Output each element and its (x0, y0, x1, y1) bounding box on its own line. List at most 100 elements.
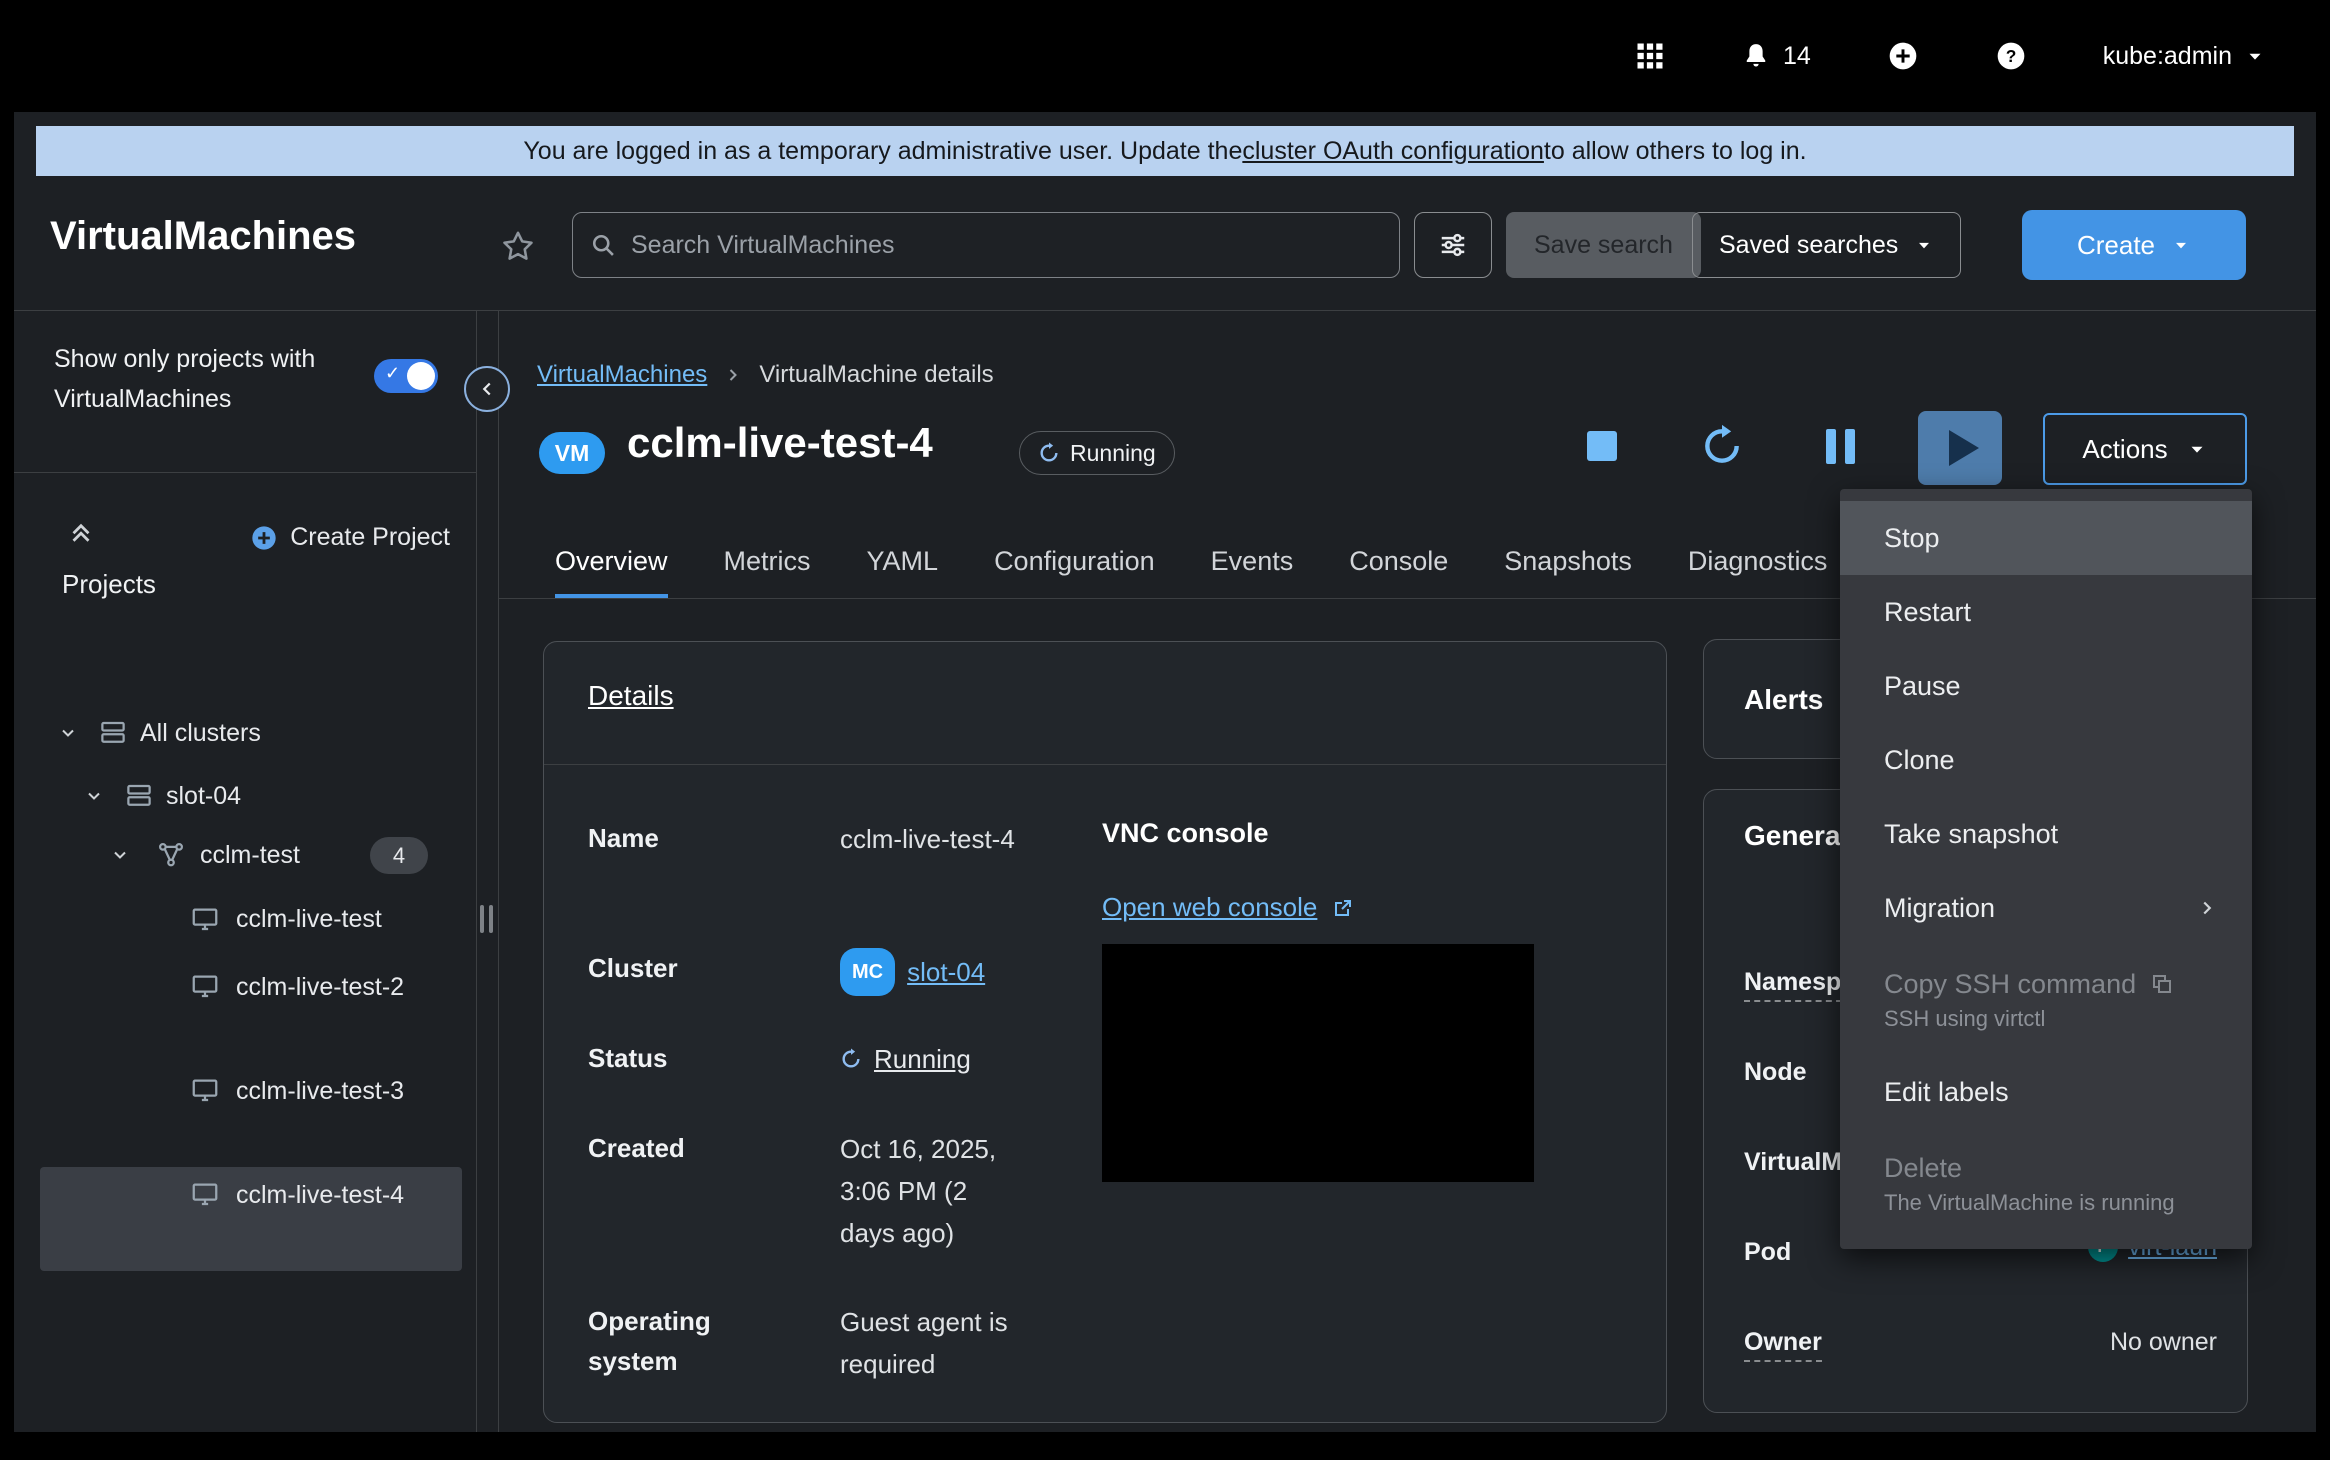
vm-monitor-icon (190, 971, 220, 1001)
created-value: Oct 16, 2025, 3:06 PM (2 days ago) (840, 1128, 1020, 1254)
projects-filter-label: Show only projects with VirtualMachines (54, 339, 366, 419)
breadcrumb-current: VirtualMachine details (759, 361, 993, 389)
caret-down-icon (2244, 45, 2266, 67)
login-banner: You are logged in as a temporary adminis… (36, 126, 2294, 176)
tab-configuration[interactable]: Configuration (994, 529, 1155, 598)
pause-icon (1826, 429, 1836, 464)
save-search-button[interactable]: Save search (1506, 212, 1701, 278)
restart-vm-button[interactable] (1700, 424, 1744, 468)
cluster-rack-icon (98, 718, 128, 748)
notifications-button[interactable]: 14 (1741, 41, 1811, 71)
app-launcher-grid-icon (1635, 41, 1665, 71)
breadcrumb-link-virtualmachines[interactable]: VirtualMachines (537, 361, 707, 389)
search-input[interactable] (631, 231, 1383, 260)
tab-diagnostics[interactable]: Diagnostics (1688, 529, 1828, 598)
created-label: Created (588, 1128, 798, 1168)
projects-label: Projects (62, 569, 156, 600)
help-button[interactable]: ? (1995, 40, 2027, 72)
menu-item-edit-labels[interactable]: Edit labels (1840, 1055, 2252, 1129)
advanced-search-button[interactable] (1414, 212, 1492, 278)
alerts-card-title: Alerts (1744, 684, 1823, 716)
chevron-right-icon (2196, 897, 2218, 919)
menu-item-take-snapshot[interactable]: Take snapshot (1840, 797, 2252, 871)
projects-filter-toggle[interactable]: ✓ (374, 359, 438, 393)
cluster-link[interactable]: slot-04 (907, 951, 985, 993)
vm-kind-badge: VM (539, 432, 605, 474)
chevron-down-icon (2171, 235, 2191, 255)
external-link-icon (1331, 896, 1355, 920)
card-divider (544, 764, 1666, 765)
toggle-knob (407, 362, 435, 390)
general-card-title: General (1744, 820, 1848, 852)
stop-vm-button[interactable] (1587, 431, 1617, 461)
cluster-rack-icon (124, 781, 154, 811)
start-vm-button[interactable] (1918, 411, 2002, 485)
page-title: VirtualMachines (50, 214, 356, 259)
actions-dropdown-button[interactable]: Actions (2043, 413, 2247, 485)
status-link[interactable]: Running (874, 1038, 971, 1080)
tab-yaml[interactable]: YAML (867, 529, 939, 598)
chevron-down-icon[interactable] (84, 786, 104, 806)
create-button[interactable]: Create (2022, 210, 2246, 280)
copy-icon (2150, 972, 2174, 996)
chevron-left-icon (476, 378, 498, 400)
tree-item-vm-1[interactable]: cclm-live-test (14, 889, 476, 951)
open-web-console-link[interactable]: Open web console (1102, 892, 1317, 923)
tree-item-slot-04[interactable]: slot-04 (14, 766, 476, 828)
tab-events[interactable]: Events (1211, 529, 1294, 598)
plus-circle-icon (1887, 40, 1919, 72)
tree-item-all-clusters[interactable]: All clusters (14, 703, 476, 765)
menu-item-restart[interactable]: Restart (1840, 575, 2252, 649)
question-circle-icon: ? (1995, 40, 2027, 72)
saved-searches-button[interactable]: Saved searches (1692, 212, 1961, 278)
owner-value: No owner (2110, 1328, 2217, 1357)
details-card: Details Name cclm-live-test-4 Cluster MC… (543, 641, 1667, 1423)
sidebar-resize-handle[interactable] (480, 905, 493, 933)
search-icon (589, 231, 617, 259)
menu-item-clone[interactable]: Clone (1840, 723, 2252, 797)
project-vm-count-badge: 4 (370, 837, 428, 874)
tree-item-vm-4-selected[interactable]: cclm-live-test-4 (14, 1167, 476, 1271)
chevron-down-icon (2186, 438, 2208, 460)
oauth-config-link[interactable]: cluster OAuth configuration (1242, 137, 1544, 166)
notification-count: 14 (1783, 42, 1811, 71)
vm-name-title: cclm-live-test-4 (627, 419, 933, 467)
projects-filter: Show only projects with VirtualMachines … (14, 311, 476, 473)
tab-overview[interactable]: Overview (555, 529, 668, 598)
tree-item-vm-3[interactable]: cclm-live-test-3 (14, 1063, 476, 1167)
collapse-all-button[interactable] (66, 517, 96, 547)
os-label: Operating system (588, 1301, 798, 1381)
tree-item-vm-2[interactable]: cclm-live-test-2 (14, 959, 476, 1063)
vnc-preview[interactable] (1102, 944, 1534, 1182)
menu-item-migration[interactable]: Migration (1840, 871, 2252, 945)
app-launcher-button[interactable] (1635, 41, 1665, 71)
tree-item-cclm-test[interactable]: cclm-test 4 (14, 825, 476, 887)
sync-icon (840, 1048, 862, 1070)
tab-console[interactable]: Console (1349, 529, 1448, 598)
details-card-title[interactable]: Details (588, 680, 674, 712)
project-nodes-icon (156, 840, 186, 870)
chevron-down-icon[interactable] (110, 845, 130, 865)
banner-text-after: to allow others to log in. (1544, 137, 1807, 166)
restart-icon (1700, 424, 1744, 468)
vnc-console-link-row: Open web console (1102, 892, 1355, 923)
user-menu[interactable]: kube:admin (2103, 42, 2266, 71)
console-app: You are logged in as a temporary adminis… (14, 112, 2316, 1432)
vm-status-pill[interactable]: Running (1019, 431, 1175, 475)
favorite-star-icon[interactable] (500, 228, 536, 264)
owner-label: Owner (1744, 1328, 1822, 1357)
tab-metrics[interactable]: Metrics (724, 529, 811, 598)
add-button[interactable] (1887, 40, 1919, 72)
pause-vm-button[interactable] (1826, 429, 1855, 464)
menu-item-copy-ssh-command[interactable]: Copy SSH command SSH using virtctl (1840, 945, 2252, 1055)
menu-item-stop[interactable]: Stop (1840, 501, 2252, 575)
menu-item-pause[interactable]: Pause (1840, 649, 2252, 723)
create-project-button[interactable]: Create Project (250, 523, 450, 552)
sidebar-collapse-button[interactable] (464, 366, 510, 412)
actions-menu: Stop Restart Pause Clone Take snapshot M… (1840, 489, 2252, 1249)
menu-item-delete[interactable]: Delete The VirtualMachine is running (1840, 1129, 2252, 1239)
bell-icon (1741, 41, 1771, 71)
tab-snapshots[interactable]: Snapshots (1504, 529, 1632, 598)
breadcrumb: VirtualMachines VirtualMachine details (537, 361, 994, 389)
chevron-down-icon[interactable] (58, 723, 78, 743)
